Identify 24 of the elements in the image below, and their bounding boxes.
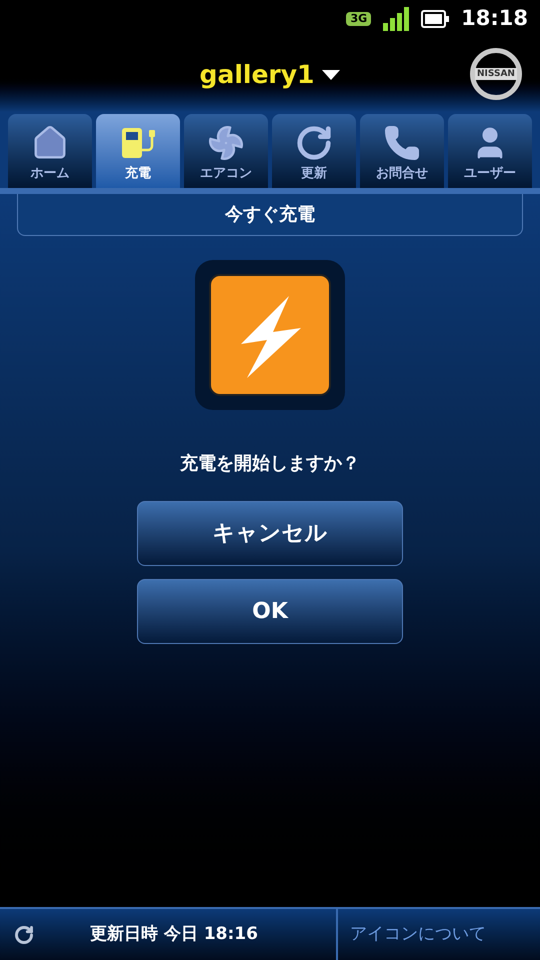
- fan-icon: [207, 124, 245, 162]
- tab[interactable]: ユーザー: [448, 114, 532, 188]
- account-dropdown[interactable]: gallery1: [200, 56, 340, 94]
- tab[interactable]: エアコン: [184, 114, 268, 188]
- section-header: 今すぐ充電: [17, 194, 523, 236]
- icon-info-link[interactable]: アイコンについて: [350, 922, 486, 948]
- signal-icon: [383, 7, 410, 31]
- dialog-button[interactable]: キャンセル: [137, 501, 403, 566]
- lightning-icon: [195, 260, 345, 410]
- refresh-icon[interactable]: [14, 924, 34, 944]
- brand-logo: NISSAN: [470, 48, 522, 100]
- last-updated: 更新日時 今日 18:16: [90, 922, 258, 946]
- phone-icon: [383, 124, 421, 162]
- battery-icon: [421, 10, 450, 28]
- refresh-icon: [295, 124, 333, 162]
- tab[interactable]: 更新: [272, 114, 356, 188]
- tab[interactable]: お問合せ: [360, 114, 444, 188]
- caret-icon: [322, 70, 340, 80]
- dialog-button[interactable]: OK: [137, 579, 403, 644]
- network-badge: 3G: [346, 12, 372, 26]
- tab[interactable]: 充電: [96, 114, 180, 188]
- confirm-prompt: 充電を開始しますか？: [180, 452, 360, 476]
- tab[interactable]: ホーム: [8, 114, 92, 188]
- clock: 18:18: [461, 5, 528, 32]
